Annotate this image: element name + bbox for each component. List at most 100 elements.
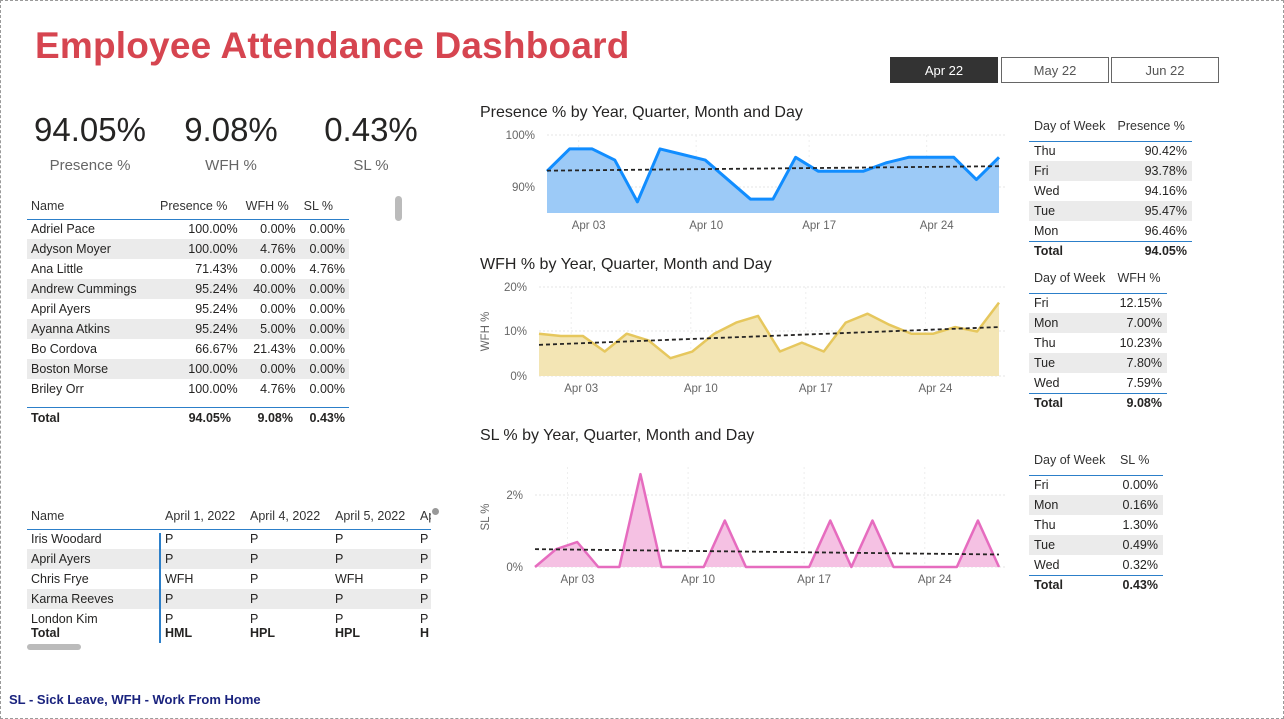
matrix-scroll-dot[interactable] <box>432 508 439 515</box>
col-header-name[interactable]: Name <box>27 191 156 219</box>
table-row[interactable]: Adriel Pace 100.00% 0.00% 0.00% <box>27 219 349 239</box>
dow-row[interactable]: Tue 95.47% <box>1029 201 1192 221</box>
employee-table-scrollbar[interactable] <box>395 196 402 221</box>
matrix-horizontal-scrollbar[interactable] <box>27 644 81 650</box>
matrix-row[interactable]: April Ayers P P P P <box>27 549 431 569</box>
total-presence: 94.05% <box>161 407 235 428</box>
sl-chart-title: SL % by Year, Quarter, Month and Day <box>480 427 755 444</box>
x-tick-label: Apr 10 <box>689 220 723 232</box>
dow-value: 90.42% <box>1144 144 1187 159</box>
table-row[interactable]: Briley Orr 100.00% 4.76% 0.00% <box>27 379 349 399</box>
matrix-row[interactable]: Karma Reeves P P P P <box>27 589 431 609</box>
sl-chart[interactable]: 2% 0% Apr 03 Apr 10 Apr 17 Apr 24 SL % <box>477 449 1013 594</box>
dow-col-header[interactable]: Day of Week <box>1029 111 1113 141</box>
table-row[interactable]: Boston Morse 100.00% 0.00% 0.00% <box>27 359 349 379</box>
employee-name: April Ayers <box>27 549 161 569</box>
employee-name: Bo Cordova <box>31 342 98 356</box>
day-label: Thu <box>1034 144 1056 159</box>
dow-col-header[interactable]: Day of Week <box>1029 263 1113 293</box>
kpi-sl-value: 0.43% <box>324 111 418 148</box>
dow-row[interactable]: Tue 0.49% <box>1029 535 1163 555</box>
status-cell: P <box>420 572 429 586</box>
day-label: Wed <box>1034 557 1060 572</box>
dow-row[interactable]: Mon 96.46% <box>1029 221 1192 241</box>
presence-chart-title: Presence % by Year, Quarter, Month and D… <box>480 104 803 121</box>
metric-cell: 100.00% <box>156 359 242 379</box>
matrix-header-date[interactable]: April 1, 2022 <box>161 501 246 529</box>
status-cell: P <box>165 532 174 547</box>
day-label: Tue <box>1029 535 1115 555</box>
dow-value: 95.47% <box>1112 201 1192 221</box>
col-header-wfh[interactable]: WFH % <box>242 191 300 219</box>
status-cell: P <box>250 572 259 586</box>
dow-col-header[interactable]: Presence % <box>1113 111 1193 141</box>
dow-value: 12.15% <box>1119 296 1162 311</box>
matrix-row-header-divider <box>159 533 161 643</box>
page-title: Employee Attendance Dashboard <box>35 25 630 66</box>
tab-may-22[interactable]: May 22 <box>1001 57 1109 83</box>
x-tick-label: Apr 03 <box>572 220 606 232</box>
dow-row[interactable]: Tue 7.80% <box>1029 353 1167 373</box>
x-tick-label: Apr 24 <box>920 220 954 232</box>
matrix-header-date[interactable]: Ap <box>416 501 431 529</box>
dow-value: 7.00% <box>1112 313 1167 333</box>
matrix-header-date[interactable]: April 4, 2022 <box>246 501 331 529</box>
presence-chart[interactable]: 100% 90% Apr 03 Apr 10 Apr 17 Apr 24 <box>477 123 1013 238</box>
metric-cell: 40.00% <box>241 279 300 299</box>
dow-row[interactable]: Fri 12.15% <box>1029 293 1167 313</box>
metric-cell: 0.00% <box>260 262 296 276</box>
table-row[interactable]: April Ayers 95.24% 0.00% 0.00% <box>27 299 349 319</box>
y-tick-label: 2% <box>506 490 523 502</box>
dow-row[interactable]: Mon 7.00% <box>1029 313 1167 333</box>
dow-col-header[interactable]: Day of Week <box>1029 445 1115 475</box>
dow-row[interactable]: Fri 0.00% <box>1029 475 1163 495</box>
dow-col-header[interactable]: WFH % <box>1113 263 1168 293</box>
metric-cell: 0.00% <box>299 319 349 339</box>
x-tick-label: Apr 10 <box>684 383 718 395</box>
kpi-wfh: 9.08% WFH % <box>166 111 296 174</box>
dow-row[interactable]: Thu 90.42% <box>1029 141 1192 161</box>
metric-cell: 100.00% <box>188 382 238 396</box>
metric-cell: 0.00% <box>241 359 300 379</box>
dow-total-label: Total <box>1029 240 1113 261</box>
matrix-row[interactable]: Chris Frye WFH P WFH P <box>27 569 431 589</box>
metric-cell: 0.00% <box>299 279 349 299</box>
employee-name: Karma Reeves <box>27 589 161 609</box>
metric-cell: 4.76% <box>241 239 300 259</box>
dow-row[interactable]: Wed 94.16% <box>1029 181 1192 201</box>
total-label: Total <box>27 407 161 428</box>
dow-value: 0.49% <box>1114 535 1163 555</box>
tab-jun-22[interactable]: Jun 22 <box>1111 57 1219 83</box>
dow-row[interactable]: Thu 1.30% <box>1029 515 1163 535</box>
col-header-sl[interactable]: SL % <box>300 191 349 219</box>
table-row[interactable]: Ana Little 71.43% 0.00% 4.76% <box>27 259 349 279</box>
table-row[interactable]: Bo Cordova 66.67% 21.43% 0.00% <box>27 339 349 359</box>
dow-row[interactable]: Thu 10.23% <box>1029 333 1167 353</box>
x-tick-label: Apr 17 <box>799 383 833 395</box>
table-row[interactable]: Andrew Cummings 95.24% 40.00% 0.00% <box>27 279 349 299</box>
matrix-header-name[interactable]: Name <box>27 501 161 529</box>
dow-total-value: 94.05% <box>1112 240 1192 261</box>
x-tick-label: Apr 24 <box>918 383 952 395</box>
dow-row[interactable]: Fri 93.78% <box>1029 161 1192 181</box>
metric-cell: 4.76% <box>309 262 345 276</box>
trend-line <box>534 548 1000 556</box>
table-row[interactable]: Adyson Moyer 100.00% 4.76% 0.00% <box>27 239 349 259</box>
metric-cell: 100.00% <box>188 222 238 237</box>
dow-row[interactable]: Mon 0.16% <box>1029 495 1163 515</box>
dow-col-header[interactable]: SL % <box>1115 445 1163 475</box>
dow-value: 96.46% <box>1144 223 1187 238</box>
tab-apr-22[interactable]: Apr 22 <box>890 57 998 83</box>
wfh-chart[interactable]: 20% 10% 0% Apr 03 Apr 10 Apr 17 Apr 24 WFH % <box>477 277 1013 402</box>
matrix-row[interactable]: Iris Woodard P P P P <box>27 529 431 549</box>
dow-row[interactable]: Wed 0.32% <box>1029 555 1163 575</box>
matrix-header-date[interactable]: April 5, 2022 <box>331 501 416 529</box>
table-row[interactable]: Ayanna Atkins 95.24% 5.00% 0.00% <box>27 319 349 339</box>
col-header-presence[interactable]: Presence % <box>156 191 242 219</box>
status-cell: P <box>246 589 331 609</box>
wfh-dow-table: Day of Week WFH % Fri 12.15% Mon 7.00% Thu 10.2… <box>1029 263 1167 413</box>
metric-cell: 0.00% <box>299 359 349 379</box>
status-cell: P <box>420 532 429 547</box>
dow-row[interactable]: Wed 7.59% <box>1029 373 1167 393</box>
status-cell: WFH <box>335 572 364 586</box>
